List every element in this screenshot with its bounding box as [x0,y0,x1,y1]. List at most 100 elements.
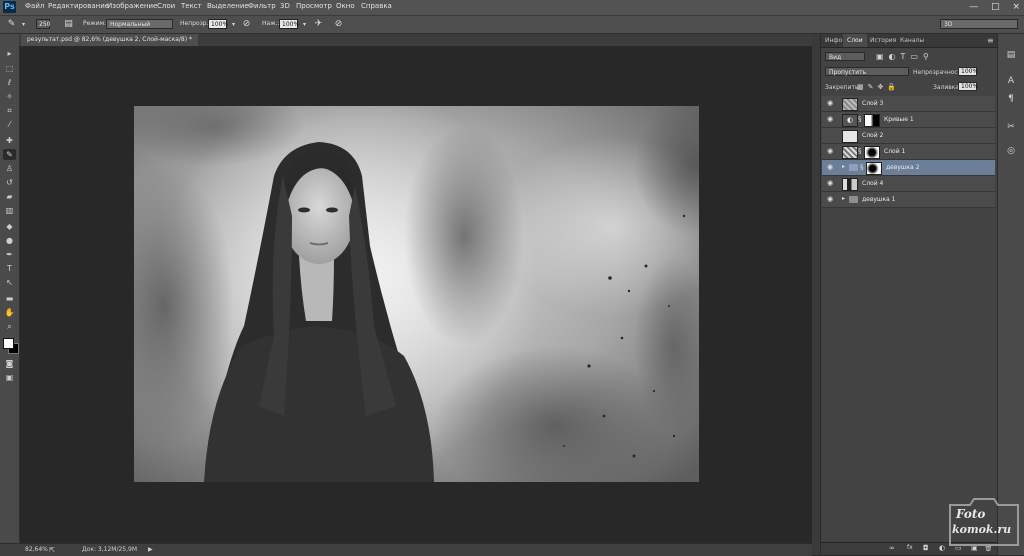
blur-icon[interactable]: ◆ [3,221,16,232]
layer-name: Кривые 1 [884,116,914,123]
canvas-area[interactable] [20,47,812,544]
flow-dropdown-icon[interactable]: ▾ [299,19,310,30]
character-panel-icon[interactable]: A [1004,74,1018,88]
eraser-icon[interactable]: ▰ [3,191,16,202]
opacity-dropdown-icon[interactable]: ▾ [228,19,239,30]
flow-input[interactable]: 100% [279,19,299,29]
zoom-level[interactable]: 82,64% [25,544,48,556]
foreground-color-swatch[interactable] [3,338,14,349]
eyedropper-icon[interactable]: ⁄ [3,119,16,130]
add-mask-icon[interactable]: ◘ [923,544,929,552]
layer-mask-thumbnail[interactable] [864,114,880,127]
link-layers-icon[interactable]: ∞ [889,544,895,552]
lasso-icon[interactable]: ℓ [3,77,16,88]
path-select-icon[interactable]: ↖ [3,277,16,288]
menu-edit[interactable]: Редактирование [48,2,109,10]
fx-icon[interactable]: fx [907,544,913,551]
layer-row[interactable]: ◉ ▸ девушка 1 [822,192,995,208]
folder-icon [849,196,858,203]
screen-mode-icon[interactable]: ▣ [3,372,16,383]
panel-menu-icon[interactable]: ≡ [983,34,998,47]
stamp-icon[interactable]: ♙ [3,163,16,174]
panel-divider-strip [812,34,820,555]
visibility-eye-icon[interactable]: ◉ [827,147,833,155]
menu-type[interactable]: Текст [181,2,202,10]
document-tab[interactable]: результат.psd @ 82,6% (девушка 2, Слой-м… [21,34,198,46]
visibility-eye-icon[interactable]: ◉ [827,179,833,187]
brush-presets-icon[interactable]: ◎ [1004,144,1018,158]
chevron-down-icon[interactable]: ▾ [18,19,29,30]
shape-icon[interactable]: ▬ [3,293,16,304]
brush-icon[interactable]: ✎ [3,149,16,160]
healing-icon[interactable]: ✚ [3,135,16,146]
opacity-input[interactable]: 100% [208,19,228,29]
paragraph-panel-icon[interactable]: ¶ [1004,92,1018,106]
history-brush-icon[interactable]: ↺ [3,177,16,188]
move-icon[interactable]: ▸ [3,48,16,59]
layer-row[interactable]: ◉ ◐ § Кривые 1 [822,112,995,128]
menu-layers[interactable]: Слои [157,2,175,10]
airbrush-icon[interactable]: ✈ [313,19,324,30]
menu-filter[interactable]: Фильтр [248,2,276,10]
pressure-size-icon[interactable]: ⊘ [333,19,344,30]
layer-opacity-input[interactable]: 100% [958,67,978,76]
minimize-button[interactable]: — [969,2,978,12]
menu-help[interactable]: Справка [361,2,392,10]
gradient-icon[interactable]: ▥ [3,205,16,216]
dodge-icon[interactable]: ● [3,235,16,246]
maximize-button[interactable]: □ [991,2,1000,12]
folder-icon [849,164,858,171]
layer-filter-select[interactable]: Вид [825,52,865,61]
layer-row[interactable]: Слой 2 [822,128,995,144]
layer-row-selected[interactable]: ◉ ▸ § девушка 2 [822,160,995,176]
menu-window[interactable]: Окно [336,2,355,10]
lock-icons[interactable]: ▦✎✥🔒 [857,83,900,91]
layer-mask-thumbnail[interactable] [864,146,880,159]
menu-3d[interactable]: 3D [280,2,290,10]
workspace-select[interactable]: 3D [940,19,1018,29]
layer-row[interactable]: ◉ Слой 3 [822,96,995,112]
watermark-line-1: Foto [956,507,986,521]
tab-channels[interactable]: Каналы [896,34,928,47]
brush-tool-preset-icon[interactable]: ✎ [6,19,17,30]
layer-name: Слой 4 [862,180,884,187]
menu-view[interactable]: Просмотр [296,2,332,10]
menu-file[interactable]: Файл [25,2,44,10]
document-image[interactable] [134,106,699,482]
menu-select[interactable]: Выделение [207,2,249,10]
filter-icons[interactable]: ▣◐T▭⚲ [876,52,934,61]
export-icon[interactable]: ⇱ [49,544,55,556]
fill-input[interactable]: 100% [958,82,978,91]
expand-arrow-icon[interactable]: ▸ [842,195,845,202]
menu-image[interactable]: Изображение [107,2,157,10]
visibility-eye-icon[interactable]: ◉ [827,99,833,107]
zoom-icon[interactable]: ⌕ [3,321,16,332]
brush-size-picker[interactable]: 250 [36,19,50,29]
quick-mask-icon[interactable]: ◙ [3,358,16,369]
layer-row[interactable]: ◉ § Слой 1 [822,144,995,160]
type-icon[interactable]: T [3,263,16,274]
marquee-icon[interactable]: ⬚ [3,63,16,74]
close-button[interactable]: × [1012,2,1020,12]
history-panel-icon[interactable]: ▤ [1004,48,1018,62]
layer-row[interactable]: ◉ Слой 4 [822,176,995,192]
quick-select-icon[interactable]: ✧ [3,91,16,102]
visibility-eye-icon[interactable]: ◉ [827,163,833,171]
visibility-eye-icon[interactable]: ◉ [827,195,833,203]
layer-mask-thumbnail[interactable] [866,162,882,175]
pen-icon[interactable]: ✒ [3,249,16,260]
mode-select[interactable]: Нормальный [106,19,173,29]
visibility-eye-icon[interactable]: ◉ [827,115,833,123]
pressure-opacity-icon[interactable]: ⊘ [241,19,252,30]
adjustment-layer-icon[interactable]: ◐ [939,544,945,552]
tab-layers[interactable]: Слои [843,34,867,47]
crop-icon[interactable]: ⌗ [3,105,16,116]
expand-arrow-icon[interactable]: ▸ [842,163,845,170]
status-menu-arrow-icon[interactable]: ▶ [148,544,153,556]
hand-icon[interactable]: ✋ [3,307,16,318]
brush-panel-icon[interactable]: ▤ [63,19,74,30]
blend-mode-select[interactable]: Пропустить [825,67,909,76]
layer-thumbnail [842,98,858,111]
tools-preset-icon[interactable]: ✂ [1004,120,1018,134]
layer-name: Слой 3 [862,100,884,107]
